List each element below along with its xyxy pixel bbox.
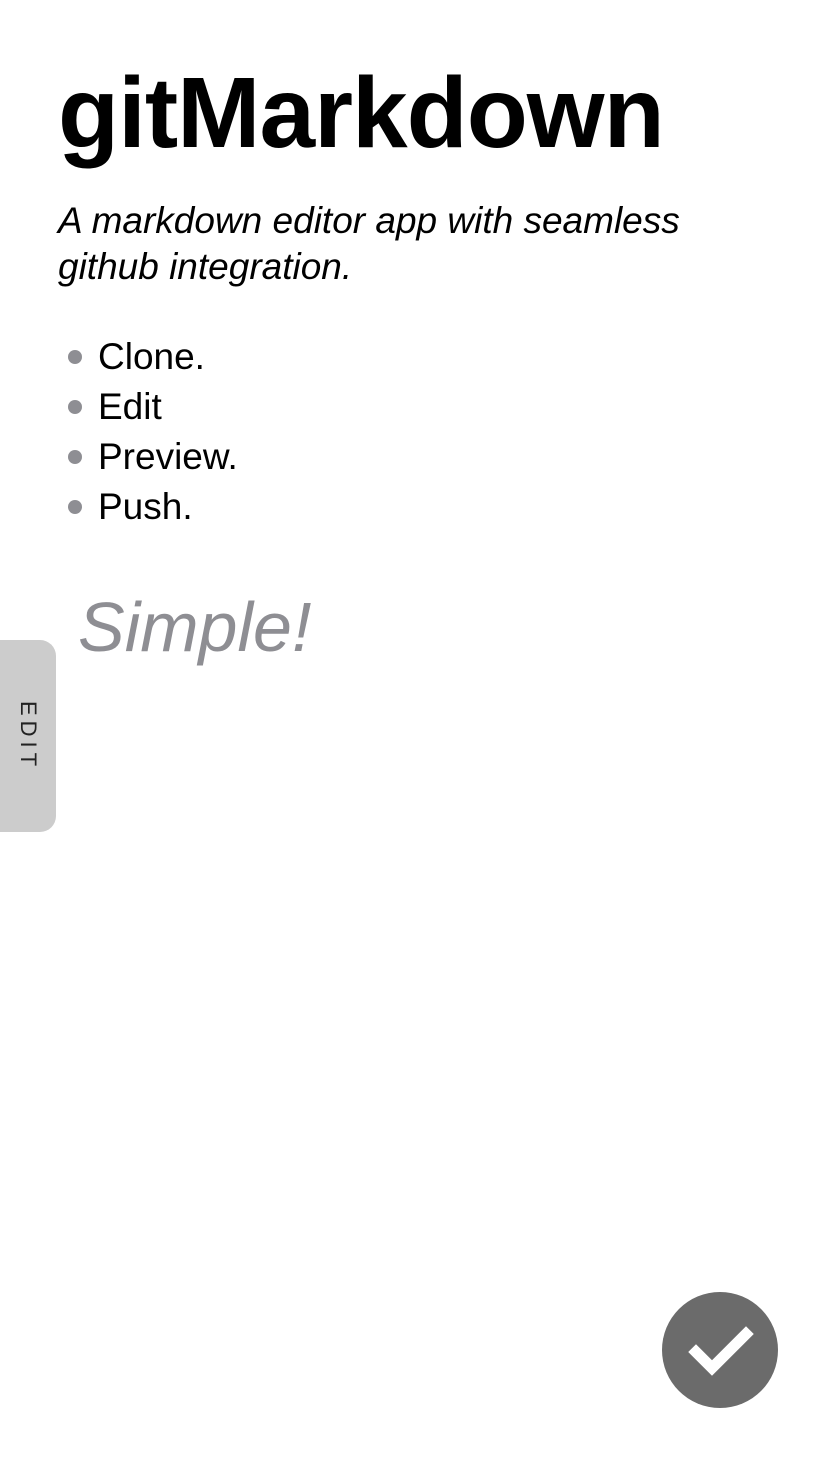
bullet-icon: [68, 450, 82, 464]
bullet-icon: [68, 400, 82, 414]
steps-list: Clone. Edit Preview. Push.: [58, 332, 778, 532]
list-item: Clone.: [58, 332, 778, 382]
emphasis-text: Simple!: [78, 588, 312, 666]
list-item: Preview.: [58, 432, 778, 482]
list-item: Push.: [58, 482, 778, 532]
bullet-icon: [68, 500, 82, 514]
checkmark-icon: [688, 1326, 754, 1376]
list-item-label: Edit: [98, 386, 162, 427]
list-item-label: Push.: [98, 486, 193, 527]
list-item: Edit: [58, 382, 778, 432]
bullet-icon: [68, 350, 82, 364]
edit-tab-button[interactable]: EDIT: [0, 640, 56, 832]
edit-tab-label: EDIT: [16, 700, 41, 772]
done-button[interactable]: [662, 1292, 778, 1408]
list-item-label: Preview.: [98, 436, 238, 477]
document-title: gitMarkdown: [58, 57, 665, 169]
markdown-preview: gitMarkdown A markdown editor app with s…: [58, 58, 778, 532]
document-tagline: A markdown editor app with seamless gith…: [58, 200, 680, 287]
list-item-label: Clone.: [98, 336, 205, 377]
